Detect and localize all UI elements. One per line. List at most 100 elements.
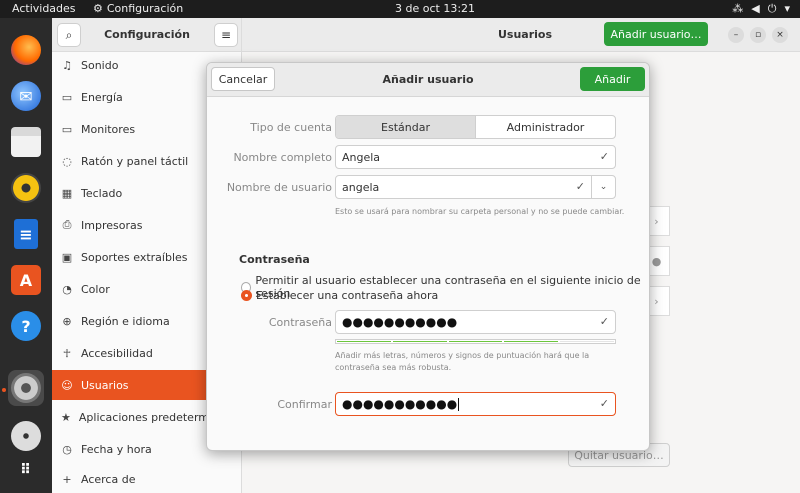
full-name-label: Nombre completo <box>233 151 332 164</box>
sidebar-item-label: Teclado <box>81 186 123 200</box>
full-name-field[interactable]: Angela ✓ <box>335 145 616 169</box>
password-hint-line-1: Añadir más letras, números y signos de p… <box>335 351 590 360</box>
dock-disc[interactable] <box>8 418 44 454</box>
gear-icon: ⚙ <box>93 2 103 15</box>
sidebar-item-label: Región e idioma <box>81 314 170 328</box>
chevron-down-icon: ⌄ <box>599 182 608 192</box>
add-user-button[interactable]: Añadir usuario… <box>604 22 708 46</box>
username-suggestions-button[interactable]: ⌄ <box>591 175 616 199</box>
app-menu-label: Configuración <box>106 2 184 15</box>
volume-icon: ◀ <box>751 2 760 15</box>
plus-icon: + <box>62 472 72 486</box>
globe-icon: ⊕ <box>62 314 72 328</box>
strength-segment <box>337 341 391 342</box>
folder-icon <box>11 127 41 157</box>
dock-writer[interactable]: ≡ <box>8 216 44 252</box>
username-field[interactable]: angela ✓ <box>335 175 592 199</box>
sidebar-item-label: Fecha y hora <box>81 442 152 456</box>
menu-button[interactable]: ≡ <box>214 23 238 47</box>
dock-help[interactable]: ? <box>8 308 44 344</box>
network-icon: ⁂ <box>732 2 744 15</box>
sidebar-item-label: Monitores <box>81 122 136 136</box>
sidebar-item-label: Acerca de <box>81 472 136 486</box>
strength-segment <box>392 341 447 342</box>
star-icon: ★ <box>61 410 71 424</box>
maximize-button[interactable]: ▫ <box>750 27 766 43</box>
music-note-icon: ♫ <box>62 58 72 72</box>
top-bar: Actividades ⚙ Configuración 3 de oct 13:… <box>0 0 800 18</box>
chevron-down-icon: ▾ <box>784 2 790 15</box>
username-label: Nombre de usuario <box>226 181 332 194</box>
grid-icon: ⠿ <box>20 462 32 478</box>
confirm-label: Confirmar <box>277 398 332 411</box>
clock[interactable]: 3 de oct 13:21 <box>395 2 475 15</box>
radio-button-selected[interactable] <box>241 290 252 301</box>
sidebar-item-label: Sonido <box>81 58 119 72</box>
dock-rhythmbox[interactable] <box>8 170 44 206</box>
removable-media-icon: ▣ <box>61 250 73 264</box>
running-indicator <box>2 388 6 392</box>
app-menu[interactable]: ⚙ Configuración <box>93 2 183 15</box>
account-type-admin[interactable]: Administrador <box>476 116 615 138</box>
sidebar-item-label: Impresoras <box>81 218 143 232</box>
accessibility-icon: ☥ <box>62 346 72 360</box>
close-button[interactable]: × <box>772 27 788 43</box>
text-caret <box>458 397 460 411</box>
sidebar-header: ⌕ Configuración ≡ <box>52 18 241 52</box>
clock-icon: ◷ <box>62 442 72 456</box>
dock-files[interactable] <box>8 124 44 160</box>
sidebar-item-label: Color <box>81 282 110 296</box>
firefox-icon <box>11 35 41 65</box>
add-button[interactable]: Añadir <box>580 67 645 91</box>
minimize-icon: – <box>733 30 739 40</box>
activities-button[interactable]: Actividades <box>12 2 76 15</box>
dock-app-grid[interactable]: ⠿ <box>8 452 44 488</box>
sidebar-item-label: Energía <box>81 90 123 104</box>
sidebar-item-acerca[interactable]: + Acerca de <box>52 464 241 493</box>
system-tray[interactable]: ⁂ ◀ ⏻ ▾ <box>732 2 790 16</box>
check-icon: ✓ <box>599 315 609 328</box>
check-icon: ✓ <box>599 150 609 163</box>
monitor-icon: ▭ <box>61 122 73 136</box>
strength-segment <box>560 341 614 342</box>
confirm-password-field[interactable]: ●●●●●●●●●●● ✓ <box>335 392 616 416</box>
password-label: Contraseña <box>268 316 332 329</box>
minimize-button[interactable]: – <box>728 27 744 43</box>
username-value: angela <box>342 180 380 194</box>
radio-set-now[interactable]: Establecer una contraseña ahora <box>241 289 438 302</box>
strength-segment <box>504 341 559 342</box>
speaker-icon <box>11 173 41 203</box>
help-icon: ? <box>11 311 41 341</box>
dock: ✉ ≡ A ? ⠿ <box>0 18 52 493</box>
sidebar-item-label: Soportes extraíbles <box>81 250 188 264</box>
add-user-dialog: Cancelar Añadir usuario Añadir Tipo de c… <box>206 62 650 451</box>
account-type-standard[interactable]: Estándar <box>336 116 476 138</box>
confirm-value: ●●●●●●●●●●● <box>342 397 458 411</box>
password-hint-line-2: contraseña sea más robusta. <box>335 363 452 372</box>
password-section-title: Contraseña <box>239 253 310 266</box>
dialog-header: Cancelar Añadir usuario Añadir <box>207 63 649 97</box>
full-name-value: Angela <box>342 150 381 164</box>
dock-firefox[interactable] <box>8 32 44 68</box>
battery-icon: ▭ <box>61 90 73 104</box>
mouse-icon: ◌ <box>62 154 72 168</box>
main-header: Usuarios Añadir usuario… – ▫ × <box>242 18 800 52</box>
dock-app-center[interactable]: A <box>8 262 44 298</box>
password-field[interactable]: ●●●●●●●●●●● ✓ <box>335 310 616 334</box>
dock-settings[interactable] <box>8 370 44 406</box>
power-icon: ⏻ <box>767 2 777 15</box>
dock-thunderbird[interactable]: ✉ <box>8 78 44 114</box>
settings-gear-icon <box>11 373 41 403</box>
check-icon: ✓ <box>575 180 585 193</box>
radio-now-label: Establecer una contraseña ahora <box>256 289 439 302</box>
strength-segment <box>448 341 503 342</box>
page-title: Usuarios <box>498 28 553 41</box>
username-hint: Esto se usará para nombrar su carpeta pe… <box>335 207 625 216</box>
keyboard-icon: ▦ <box>61 186 73 200</box>
check-icon: ✓ <box>599 397 609 410</box>
sidebar-item-label: Usuarios <box>81 378 129 392</box>
document-icon: ≡ <box>14 219 38 249</box>
color-icon: ◔ <box>62 282 72 296</box>
users-icon: ☺ <box>61 378 73 392</box>
password-strength-meter <box>335 339 616 344</box>
